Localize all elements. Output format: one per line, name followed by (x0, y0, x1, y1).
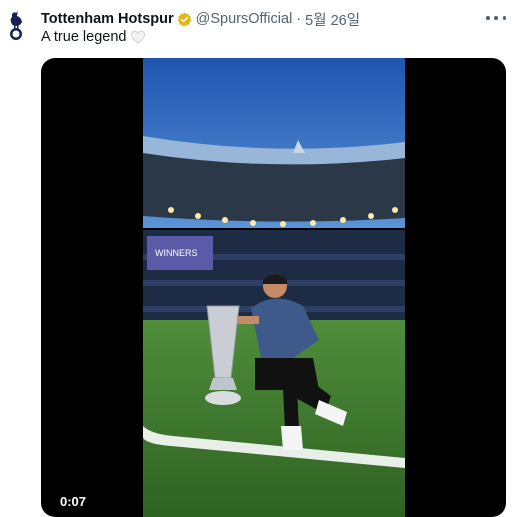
author-name[interactable]: Tottenham Hotspur (41, 11, 174, 27)
tweet-header: Tottenham Hotspur @SpursOfficial · 5월 26… (41, 9, 508, 29)
separator-dot: · (296, 11, 302, 27)
more-dot (486, 16, 490, 20)
winners-banner: WINNERS (155, 248, 198, 258)
verified-badge-icon (177, 12, 191, 26)
white-heart-icon (131, 30, 146, 44)
tweet-text-content: A true legend (41, 29, 127, 45)
author-handle[interactable]: @SpursOfficial (196, 11, 293, 27)
author-avatar-icon[interactable] (4, 10, 28, 44)
tweet-video[interactable]: WINNERS 0:07 (41, 58, 506, 517)
more-options-icon[interactable] (486, 10, 506, 26)
video-frame: WINNERS (143, 58, 405, 517)
tweet-text: A true legend (41, 29, 146, 45)
tweet-date[interactable]: 5월 26일 (305, 9, 360, 30)
more-dot (494, 16, 498, 20)
video-timestamp: 0:07 (60, 494, 87, 509)
more-dot (502, 16, 506, 20)
